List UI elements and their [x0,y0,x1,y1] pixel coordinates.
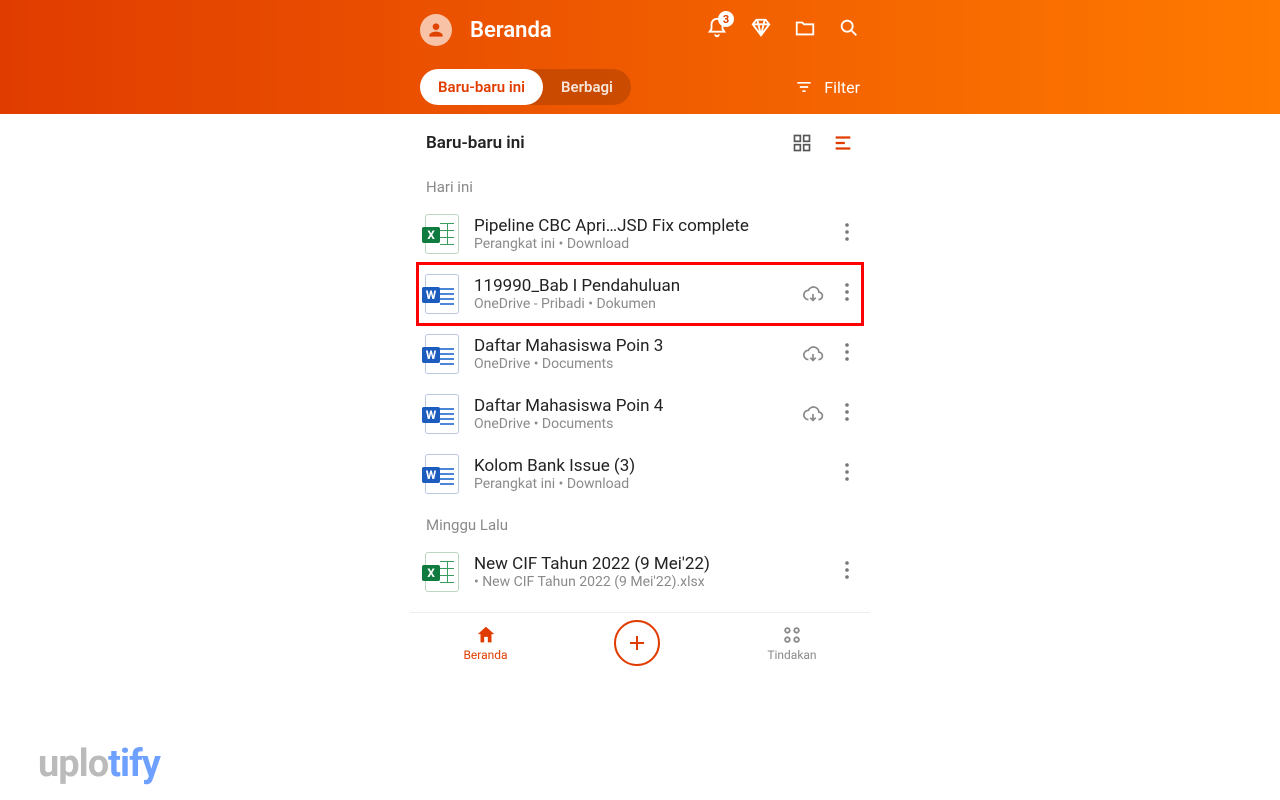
plus-icon [625,631,649,655]
cloud-download-icon [802,403,824,425]
file-row[interactable]: Daftar Mahasiswa Poin 4OneDrive • Docume… [418,384,862,444]
more-options-button[interactable] [838,219,856,249]
word-icon [425,274,459,314]
group-label: Hari ini [418,166,862,204]
file-name: New CIF Tahun 2022 (9 Mei'22) [474,554,824,574]
filter-icon [794,77,814,97]
file-text: Daftar Mahasiswa Poin 3OneDrive • Docume… [474,336,788,372]
kebab-icon [844,561,850,579]
file-sub: Perangkat ini • Download [474,236,824,252]
avatar-button[interactable] [420,14,452,46]
home-icon [475,624,497,646]
page-title: Beranda [470,18,688,43]
file-list: Hari ini Pipeline CBC Apri…JSD Fix comple… [418,166,862,602]
excel-icon [425,214,459,254]
user-icon [426,20,446,40]
notification-badge: 3 [718,11,734,27]
excel-icon [425,552,459,592]
word-icon [425,454,459,494]
list-icon [832,132,854,154]
file-sub: OneDrive - Pribadi • Dokumen [474,296,788,312]
file-sub: OneDrive • Documents [474,356,788,372]
apps-icon [781,624,803,646]
kebab-icon [844,223,850,241]
segment-control: Baru-baru ini Berbagi [420,69,631,105]
file-row[interactable]: Kolom Bank Issue (3)Perangkat ini • Down… [418,444,862,504]
watermark-a: uplo [38,742,108,786]
bottom-nav: Beranda Tindakan [410,612,870,672]
nav-actions-label: Tindakan [767,648,816,662]
file-text: New CIF Tahun 2022 (9 Mei'22) • New CIF … [474,554,824,590]
word-icon [425,334,459,374]
file-row[interactable]: 119990_Bab I PendahuluanOneDrive - Priba… [418,264,862,324]
app-viewport: Beranda 3 Baru-baru ini Berbagi Filter [410,0,870,800]
watermark-b: tify [108,742,160,786]
file-row[interactable]: Daftar Mahasiswa Poin 3OneDrive • Docume… [418,324,862,384]
file-text: Daftar Mahasiswa Poin 4OneDrive • Docume… [474,396,788,432]
more-options-button[interactable] [838,339,856,369]
file-name: 119990_Bab I Pendahuluan [474,276,788,296]
section-header: Baru-baru ini [418,124,862,166]
search-button[interactable] [838,17,860,43]
file-sub: • New CIF Tahun 2022 (9 Mei'22).xlsx [474,574,824,590]
fab-add[interactable] [614,620,660,666]
more-options-button[interactable] [838,399,856,429]
grid-icon [792,133,812,153]
folder-icon [794,17,816,39]
file-name: Pipeline CBC Apri…JSD Fix complete [474,216,824,236]
list-view-button[interactable] [832,132,854,154]
tab-recent[interactable]: Baru-baru ini [420,69,543,105]
download-cloud-button[interactable] [802,403,824,425]
file-name: Daftar Mahasiswa Poin 3 [474,336,788,356]
file-sub: Perangkat ini • Download [474,476,824,492]
tab-shared[interactable]: Berbagi [543,69,631,105]
more-options-button[interactable] [838,279,856,309]
file-row[interactable]: Pipeline CBC Apri…JSD Fix completePerang… [418,204,862,264]
kebab-icon [844,283,850,301]
watermark: uplotify [38,742,160,786]
file-row[interactable]: New CIF Tahun 2022 (9 Mei'22) • New CIF … [418,542,862,602]
notifications-button[interactable]: 3 [706,17,728,43]
folder-button[interactable] [794,17,816,43]
section-title: Baru-baru ini [426,133,525,153]
diamond-icon [750,17,772,39]
download-cloud-button[interactable] [802,343,824,365]
filter-button[interactable]: Filter [794,77,860,97]
file-sub: OneDrive • Documents [474,416,788,432]
file-text: Kolom Bank Issue (3)Perangkat ini • Down… [474,456,824,492]
kebab-icon [844,403,850,421]
group-label: Minggu Lalu [418,504,862,542]
kebab-icon [844,343,850,361]
more-options-button[interactable] [838,557,856,587]
download-cloud-button[interactable] [802,283,824,305]
word-icon [425,394,459,434]
grid-view-button[interactable] [792,132,812,154]
cloud-download-icon [802,283,824,305]
file-name: Daftar Mahasiswa Poin 4 [474,396,788,416]
premium-button[interactable] [750,17,772,43]
cloud-download-icon [802,343,824,365]
content-area: Baru-baru ini Hari ini Pipeline CBC Apri…… [410,114,870,672]
tabs-row: Baru-baru ini Berbagi Filter [410,60,870,114]
file-text: Pipeline CBC Apri…JSD Fix completePerang… [474,216,824,252]
kebab-icon [844,463,850,481]
filter-label: Filter [824,78,860,97]
header: Beranda 3 [410,0,870,60]
nav-home[interactable]: Beranda [463,624,507,662]
more-options-button[interactable] [838,459,856,489]
search-icon [838,17,860,39]
nav-actions[interactable]: Tindakan [767,624,816,662]
file-text: 119990_Bab I PendahuluanOneDrive - Priba… [474,276,788,312]
file-name: Kolom Bank Issue (3) [474,456,824,476]
nav-home-label: Beranda [463,648,507,662]
